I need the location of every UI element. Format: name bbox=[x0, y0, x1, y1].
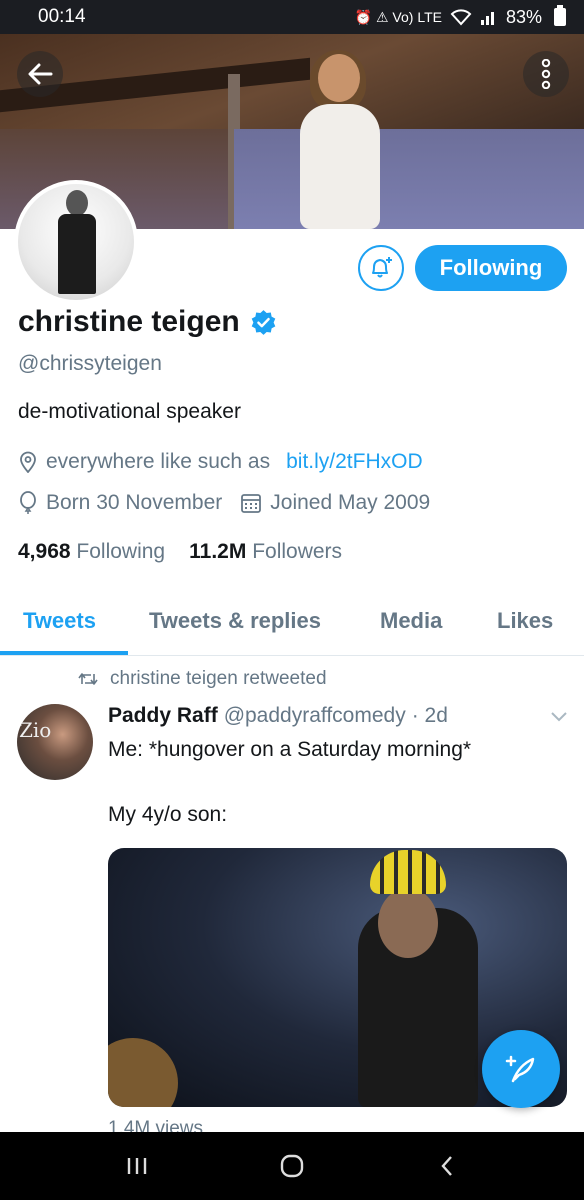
banner-head bbox=[318, 54, 360, 102]
location-pin-icon bbox=[18, 451, 38, 473]
back-chevron-icon bbox=[441, 1156, 452, 1176]
tweet-author-handle: @paddyraffcomedy bbox=[223, 704, 406, 727]
followers-label: Followers bbox=[252, 540, 343, 563]
chevron-down-icon bbox=[551, 712, 567, 722]
followers-count: 11.2M bbox=[189, 540, 247, 563]
signal-icon bbox=[480, 12, 494, 25]
tweet-author-avatar[interactable]: Zio bbox=[17, 704, 93, 780]
banner-figure bbox=[296, 50, 382, 229]
compose-tweet-button[interactable] bbox=[482, 1030, 560, 1108]
profile-website-link[interactable]: bit.ly/2tFHxOD bbox=[286, 450, 423, 474]
calendar-icon bbox=[240, 492, 262, 514]
avatar-body bbox=[58, 214, 96, 294]
profile-avatar[interactable] bbox=[14, 180, 138, 304]
following-label: Following bbox=[76, 540, 166, 563]
profile-joined: Joined May 2009 bbox=[270, 491, 431, 514]
battery-icon bbox=[554, 5, 566, 26]
profile-stats: 4,968 Following 11.2M Followers bbox=[18, 540, 342, 564]
back-arrow-icon bbox=[28, 63, 53, 85]
avatar-photo bbox=[18, 184, 134, 300]
media-globe bbox=[108, 1038, 178, 1107]
profile-bio: de-motivational speaker bbox=[18, 400, 241, 423]
notifications-bell-button[interactable] bbox=[358, 245, 404, 291]
more-vertical-icon bbox=[541, 59, 551, 89]
following-count: 4,968 bbox=[18, 540, 71, 563]
tab-tweets-replies[interactable]: Tweets & replies bbox=[149, 608, 321, 634]
banner-wall bbox=[234, 129, 584, 229]
tweet-menu-button[interactable] bbox=[550, 710, 568, 728]
avatar-head bbox=[66, 190, 88, 216]
tweet-text-line-2: My 4y/o son: bbox=[108, 803, 228, 826]
profile-location-row: everywhere like such as bit.ly/2tFHxOD bbox=[18, 450, 423, 474]
tab-likes[interactable]: Likes bbox=[497, 608, 553, 634]
profile-dates-row: Born 30 November Joined May 2009 bbox=[18, 491, 430, 515]
status-bar: 00:14 ⏰ ⚠ Vo) LTE 83% bbox=[0, 0, 584, 34]
tweet-text-line-1: Me: *hungover on a Saturday morning* bbox=[108, 738, 472, 761]
profile-name: christine teigen bbox=[18, 305, 240, 338]
recent-apps-icon bbox=[128, 1158, 147, 1174]
profile-location: everywhere like such as bbox=[46, 450, 271, 473]
tab-media[interactable]: Media bbox=[380, 608, 442, 634]
following-stat[interactable]: 4,968 Following bbox=[18, 540, 165, 564]
wifi-icon bbox=[450, 9, 472, 26]
recent-apps-button[interactable] bbox=[107, 1146, 167, 1186]
verified-badge-icon bbox=[251, 309, 276, 335]
tweet-time: · 2d bbox=[411, 704, 448, 727]
status-icons: ⏰ ⚠ Vo) LTE 83% bbox=[354, 5, 566, 28]
retweet-notice: christine teigen retweeted bbox=[78, 668, 327, 690]
compose-feather-icon bbox=[505, 1055, 535, 1083]
tweet-author-name[interactable]: Paddy Raff bbox=[108, 704, 218, 728]
status-indicators: ⏰ ⚠ Vo) LTE bbox=[354, 8, 442, 25]
retweet-icon bbox=[78, 673, 98, 685]
tab-tweets[interactable]: Tweets bbox=[23, 608, 96, 634]
profile-birthday: Born 30 November bbox=[46, 491, 223, 514]
active-tab-indicator bbox=[0, 651, 128, 655]
system-nav-bar bbox=[0, 1132, 584, 1200]
profile-name-row: christine teigen bbox=[18, 305, 277, 339]
home-icon bbox=[280, 1154, 304, 1178]
balloon-icon bbox=[18, 491, 38, 515]
media-helmet bbox=[370, 850, 446, 894]
tweet-avatar-text: Zio bbox=[19, 718, 52, 742]
profile-tabs: Tweets Tweets & replies Media Likes bbox=[0, 590, 584, 656]
media-face bbox=[378, 888, 438, 958]
home-button[interactable] bbox=[262, 1146, 322, 1186]
tweet-header: Paddy Raff @paddyraffcomedy · 2d bbox=[108, 704, 448, 728]
followers-stat[interactable]: 11.2M Followers bbox=[189, 540, 342, 564]
more-options-button[interactable] bbox=[523, 51, 569, 97]
following-button[interactable]: Following bbox=[415, 245, 567, 291]
back-nav-button[interactable] bbox=[417, 1146, 477, 1186]
profile-handle: @chrissyteigen bbox=[18, 352, 162, 375]
retweet-notice-text: christine teigen retweeted bbox=[110, 668, 327, 689]
banner-dress bbox=[300, 104, 380, 229]
status-time: 00:14 bbox=[38, 6, 86, 27]
back-button[interactable] bbox=[17, 51, 63, 97]
battery-percent: 83% bbox=[505, 6, 542, 27]
bell-plus-icon bbox=[372, 257, 392, 278]
profile-joined-group: Joined May 2009 bbox=[240, 491, 430, 515]
